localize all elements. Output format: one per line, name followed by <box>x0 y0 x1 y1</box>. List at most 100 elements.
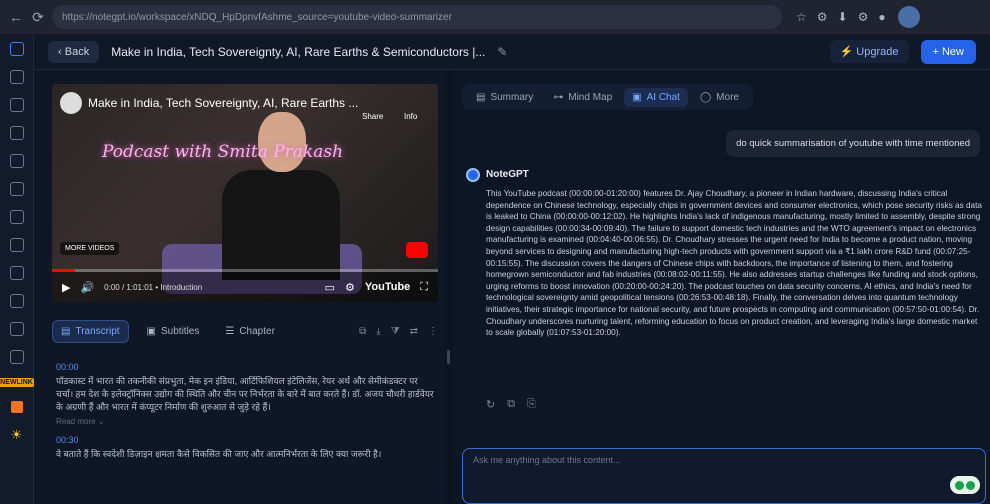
youtube-wordmark[interactable]: YouTube <box>365 281 410 293</box>
star-icon[interactable]: ☆ <box>796 10 807 24</box>
share-button[interactable]: Share <box>362 112 383 121</box>
tab-summary-label: Summary <box>490 91 534 103</box>
info-button[interactable]: Info <box>404 112 417 121</box>
more-videos-label[interactable]: MORE VIDEOS <box>60 242 120 255</box>
read-more-link[interactable]: Read more ⌄ <box>52 414 438 429</box>
tab-more-label: More <box>716 91 739 103</box>
splitter-handle[interactable] <box>447 350 450 364</box>
tab-summary[interactable]: ▤ Summary <box>468 88 541 107</box>
edit-note-icon[interactable] <box>9 238 24 252</box>
bot-message: This YouTube podcast (00:00:00-01:20:00)… <box>486 189 982 338</box>
back-arrow-icon[interactable]: ← <box>8 9 24 25</box>
new-button[interactable]: + New <box>920 39 976 64</box>
page-title: Make in India, Tech Sovereignty, AI, Rar… <box>111 44 486 59</box>
tab-chapter-label: Chapter <box>239 325 275 337</box>
theme-sun-icon[interactable]: ☀ <box>11 427 23 443</box>
send-icon <box>966 480 975 490</box>
model-icon <box>955 480 964 490</box>
tab-chapter[interactable]: ☰ Chapter <box>217 321 283 342</box>
captions-icon[interactable]: ▭ <box>325 281 335 294</box>
segment-time[interactable]: 00:30 <box>56 435 438 445</box>
download-transcript-icon[interactable]: ⤓ <box>376 326 380 337</box>
upgrade-label: Upgrade <box>856 46 899 58</box>
tab-more[interactable]: ◯ More <box>692 88 747 107</box>
neon-sign: Podcast with Smita Prakash <box>102 142 344 162</box>
filter-icon[interactable] <box>9 322 24 336</box>
tab-ai-chat-label: AI Chat <box>646 91 680 103</box>
segment-text: पॉडकास्ट में भारत की तकनीकी संप्रभुता, म… <box>56 376 434 412</box>
copy-icon[interactable]: ⧉ <box>359 326 366 337</box>
back-button[interactable]: ‹ Back <box>48 40 100 63</box>
video-pane: Podcast with Smita Prakash Make in India… <box>34 70 444 504</box>
pane-splitter[interactable] <box>444 70 454 504</box>
summary-icon: ▤ <box>476 91 486 103</box>
ai-chat-pane: ▤ Summary ⊶ Mind Map ▣ AI Chat ◯ More do qui… <box>454 70 990 504</box>
extension-icon[interactable]: ⚙ <box>817 10 828 24</box>
url-text: https://notegpt.io/workspace/xNDQ_HpDpnv… <box>62 11 452 23</box>
youtube-player[interactable]: Podcast with Smita Prakash Make in India… <box>52 84 438 302</box>
channel-avatar[interactable] <box>60 92 82 114</box>
podcast-icon[interactable] <box>9 294 24 308</box>
settings-gear-icon[interactable]: ⚙ <box>345 281 355 294</box>
segment-text: वे बताते हैं कि स्वदेशी डिज़ाइन क्षमता क… <box>56 449 382 459</box>
app-sidebar-rail: NEWLINK ☀ <box>0 34 35 504</box>
upgrade-button[interactable]: ⚡ Upgrade <box>829 40 909 63</box>
tab-transcript[interactable]: ▤ Transcript <box>52 319 129 343</box>
chapter-icon: ☰ <box>225 325 235 337</box>
home-icon[interactable] <box>9 42 24 56</box>
edit-title-icon[interactable]: ✎ <box>497 45 507 59</box>
download-icon[interactable]: ⬇ <box>838 10 848 24</box>
more-icon: ◯ <box>699 91 712 103</box>
segment-time[interactable]: 00:00 <box>56 362 438 372</box>
more-options-icon[interactable]: ⋮ <box>428 326 438 337</box>
video-icon[interactable] <box>9 154 24 168</box>
filter-transcript-icon[interactable]: ⧩ <box>391 326 400 337</box>
profile-avatar[interactable] <box>897 6 920 28</box>
document-icon[interactable] <box>9 126 24 140</box>
retry-icon[interactable]: ↻ <box>486 398 495 411</box>
translate-icon[interactable] <box>9 266 24 280</box>
subtitles-icon: ▣ <box>146 325 156 337</box>
transcript-list: 00:00 पॉडकास्ट में भारत की तकनीकी संप्रभ… <box>52 356 438 504</box>
transcript-segment[interactable]: 00:30 वे बताते हैं कि स्वदेशी डिज़ाइन क्… <box>52 435 438 461</box>
account-icon[interactable]: ● <box>878 10 885 24</box>
mindmap-icon: ⊶ <box>553 91 564 103</box>
tab-mind-map-label: Mind Map <box>568 91 613 103</box>
youtube-play-logo-icon[interactable] <box>406 242 428 258</box>
notes-icon[interactable] <box>9 70 24 84</box>
transcript-tabs: ▤ Transcript ▣ Subtitles ☰ Chapter ⧉ ⤓ ⧩ ⇄ … <box>52 318 438 344</box>
image-icon[interactable] <box>9 210 24 224</box>
copy-message-icon[interactable]: ⧉ <box>507 398 515 411</box>
video-person-body <box>222 170 340 280</box>
tab-ai-chat[interactable]: ▣ AI Chat <box>624 87 688 107</box>
play-icon[interactable]: ▶ <box>62 281 70 294</box>
gift-icon[interactable] <box>10 401 23 413</box>
chat-input[interactable]: Ask me anything about this content... <box>462 448 986 504</box>
fullscreen-icon[interactable]: ⛶ <box>420 281 428 294</box>
settings-icon[interactable]: ⚙ <box>858 10 869 24</box>
browser-toolbar: ← ⟳ https://notegpt.io/workspace/xNDQ_Hp… <box>0 0 990 34</box>
video-title[interactable]: Make in India, Tech Sovereignty, AI, Rar… <box>88 96 358 110</box>
back-label: Back <box>64 45 90 58</box>
send-button[interactable] <box>950 476 980 494</box>
tab-subtitles-label: Subtitles <box>161 325 200 337</box>
save-note-icon[interactable]: ⎘ <box>527 398 536 411</box>
user-message: do quick summarisation of youtube with t… <box>726 130 980 157</box>
content-tabs: ▤ Summary ⊶ Mind Map ▣ AI Chat ◯ More <box>462 84 753 110</box>
translate-transcript-icon[interactable]: ⇄ <box>410 326 418 337</box>
tab-mind-map[interactable]: ⊶ Mind Map <box>545 88 620 107</box>
volume-icon[interactable]: 🔊 <box>80 281 94 294</box>
reload-icon[interactable]: ⟳ <box>30 9 46 26</box>
pdf-icon[interactable] <box>9 182 24 196</box>
transcript-tools: ⧉ ⤓ ⧩ ⇄ ⋮ <box>359 326 438 337</box>
transcript-segment[interactable]: 00:00 पॉडकास्ट में भारत की तकनीकी संप्रभ… <box>52 362 438 429</box>
message-actions: ↻ ⧉ ⎘ <box>486 398 536 411</box>
address-bar[interactable]: https://notegpt.io/workspace/xNDQ_HpDpnv… <box>52 5 782 29</box>
transcript-icon: ▤ <box>61 325 71 337</box>
new-badge: NEWLINK <box>0 378 35 387</box>
folder-icon[interactable] <box>9 98 24 112</box>
video-time: 0:00 / 1:01:01 • Introduction <box>104 282 203 292</box>
bot-name: NoteGPT <box>486 169 529 180</box>
tab-subtitles[interactable]: ▣ Subtitles <box>139 321 208 342</box>
history-icon[interactable] <box>9 350 24 364</box>
